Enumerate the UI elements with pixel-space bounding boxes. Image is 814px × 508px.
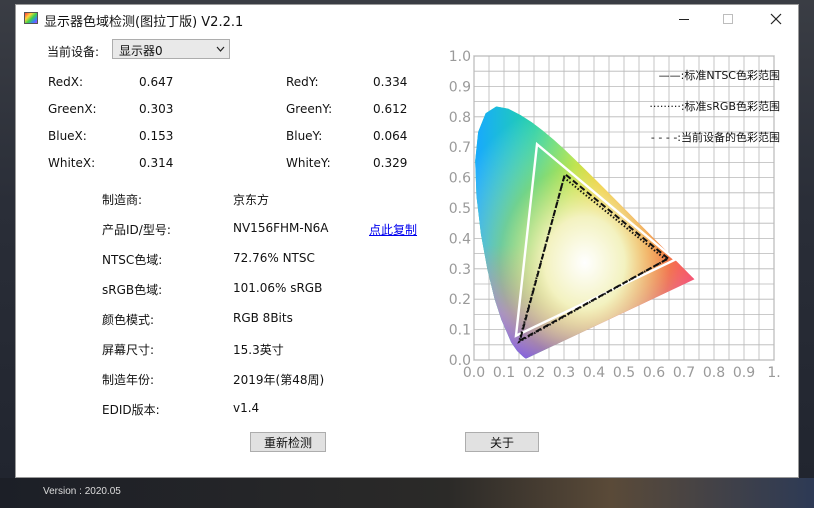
y-tick-label: 0.4 bbox=[449, 231, 471, 247]
x-tick-label: 0.2 bbox=[523, 365, 545, 380]
app-icon bbox=[24, 12, 38, 24]
close-icon bbox=[770, 13, 782, 25]
manufacture-year-value: 2019年(第48周) bbox=[233, 373, 325, 387]
ntsc-gamut-value: 72.76% NTSC bbox=[233, 251, 315, 265]
srgb-gamut-label: sRGB色域: bbox=[102, 283, 163, 297]
y-tick-label: 0.3 bbox=[449, 262, 471, 278]
x-tick-label: 0.6 bbox=[643, 365, 665, 380]
status-strip bbox=[0, 478, 814, 508]
legend-entry: ——:标准NTSC色彩范围 bbox=[659, 68, 780, 82]
srgb-gamut-value: 101.06% sRGB bbox=[233, 281, 323, 295]
red-y-label: RedY: bbox=[286, 75, 319, 89]
redetect-button[interactable]: 重新检测 bbox=[250, 432, 326, 452]
manufacturer-value: 京东方 bbox=[233, 193, 270, 207]
edid-version-value: v1.4 bbox=[233, 401, 260, 415]
blue-x-label: BlueX: bbox=[48, 129, 87, 143]
manufacturer-label: 制造商: bbox=[102, 193, 143, 207]
product-id-value: NV156FHM-N6A bbox=[233, 221, 329, 235]
minimize-icon bbox=[679, 19, 689, 20]
manufacture-year-label: 制造年份: bbox=[102, 373, 155, 387]
y-tick-label: 0.1 bbox=[449, 323, 471, 339]
white-y-label: WhiteY: bbox=[286, 156, 331, 170]
x-tick-label: 0.7 bbox=[673, 365, 695, 380]
device-select[interactable]: 显示器0 bbox=[112, 39, 230, 59]
y-tick-label: 0.2 bbox=[449, 292, 471, 308]
white-x-label: WhiteX: bbox=[48, 156, 96, 170]
y-tick-label: 0.7 bbox=[449, 140, 471, 156]
product-id-label: 产品ID/型号: bbox=[102, 223, 171, 237]
ntsc-gamut-label: NTSC色域: bbox=[102, 253, 163, 267]
x-tick-label: 0.1 bbox=[493, 365, 515, 380]
chart-legend: ——:标准NTSC色彩范围 ·········:标准sRGB色彩范围 - - - -… bbox=[649, 68, 780, 144]
device-select-label: 当前设备: bbox=[47, 45, 100, 59]
x-tick-label: 0.9 bbox=[733, 365, 755, 380]
green-y-value: 0.612 bbox=[373, 102, 408, 116]
screen-size-value: 15.3英寸 bbox=[233, 343, 284, 357]
green-x-label: GreenX: bbox=[48, 102, 97, 116]
blue-x-value: 0.153 bbox=[139, 129, 174, 143]
window-title: 显示器色域检测(图拉丁版) V2.2.1 bbox=[44, 15, 244, 30]
device-select-value: 显示器0 bbox=[119, 44, 163, 58]
y-tick-label: 0.9 bbox=[449, 79, 471, 95]
red-y-value: 0.334 bbox=[373, 75, 408, 89]
chevron-down-icon bbox=[216, 46, 225, 52]
color-mode-label: 颜色模式: bbox=[102, 313, 155, 327]
red-x-label: RedX: bbox=[48, 75, 84, 89]
white-x-value: 0.314 bbox=[139, 156, 174, 170]
title-bar: 显示器色域检测(图拉丁版) V2.2.1 bbox=[16, 5, 798, 33]
y-tick-label: 1.0 bbox=[449, 49, 471, 65]
green-y-label: GreenY: bbox=[286, 102, 333, 116]
copy-link[interactable]: 点此复制 bbox=[369, 221, 417, 238]
maximize-icon bbox=[723, 14, 733, 24]
maximize-button[interactable] bbox=[706, 5, 750, 33]
close-button[interactable] bbox=[754, 5, 798, 33]
screen-size-label: 屏幕尺寸: bbox=[102, 343, 155, 357]
cie-chromaticity-chart: 0.0 0.1 0.2 0.3 0.4 0.5 0.6 0.7 0.8 0.9 1.0.00.10.… bbox=[449, 49, 781, 380]
legend-entry: - - - -:当前设备的色彩范围 bbox=[651, 130, 780, 144]
x-tick-label: 0.4 bbox=[583, 365, 605, 380]
blue-y-value: 0.064 bbox=[373, 129, 408, 143]
edid-version-label: EDID版本: bbox=[102, 403, 160, 417]
y-tick-label: 0.8 bbox=[449, 110, 471, 126]
legend-entry: ·········:标准sRGB色彩范围 bbox=[649, 99, 780, 113]
y-tick-label: 0.0 bbox=[449, 353, 471, 369]
about-button[interactable]: 关于 bbox=[465, 432, 539, 452]
minimize-button[interactable] bbox=[662, 5, 706, 33]
y-tick-label: 0.6 bbox=[449, 171, 471, 187]
version-text: Version : 2020.05 bbox=[43, 486, 121, 497]
green-x-value: 0.303 bbox=[139, 102, 174, 116]
blue-y-label: BlueY: bbox=[286, 129, 323, 143]
x-tick-label: 0.3 bbox=[553, 365, 575, 380]
x-tick-label: 0.5 bbox=[613, 365, 635, 380]
white-y-value: 0.329 bbox=[373, 156, 408, 170]
x-tick-label: 1. bbox=[767, 365, 780, 380]
x-tick-label: 0.8 bbox=[703, 365, 725, 380]
y-tick-label: 0.5 bbox=[449, 201, 471, 217]
color-mode-value: RGB 8Bits bbox=[233, 311, 293, 325]
red-x-value: 0.647 bbox=[139, 75, 174, 89]
